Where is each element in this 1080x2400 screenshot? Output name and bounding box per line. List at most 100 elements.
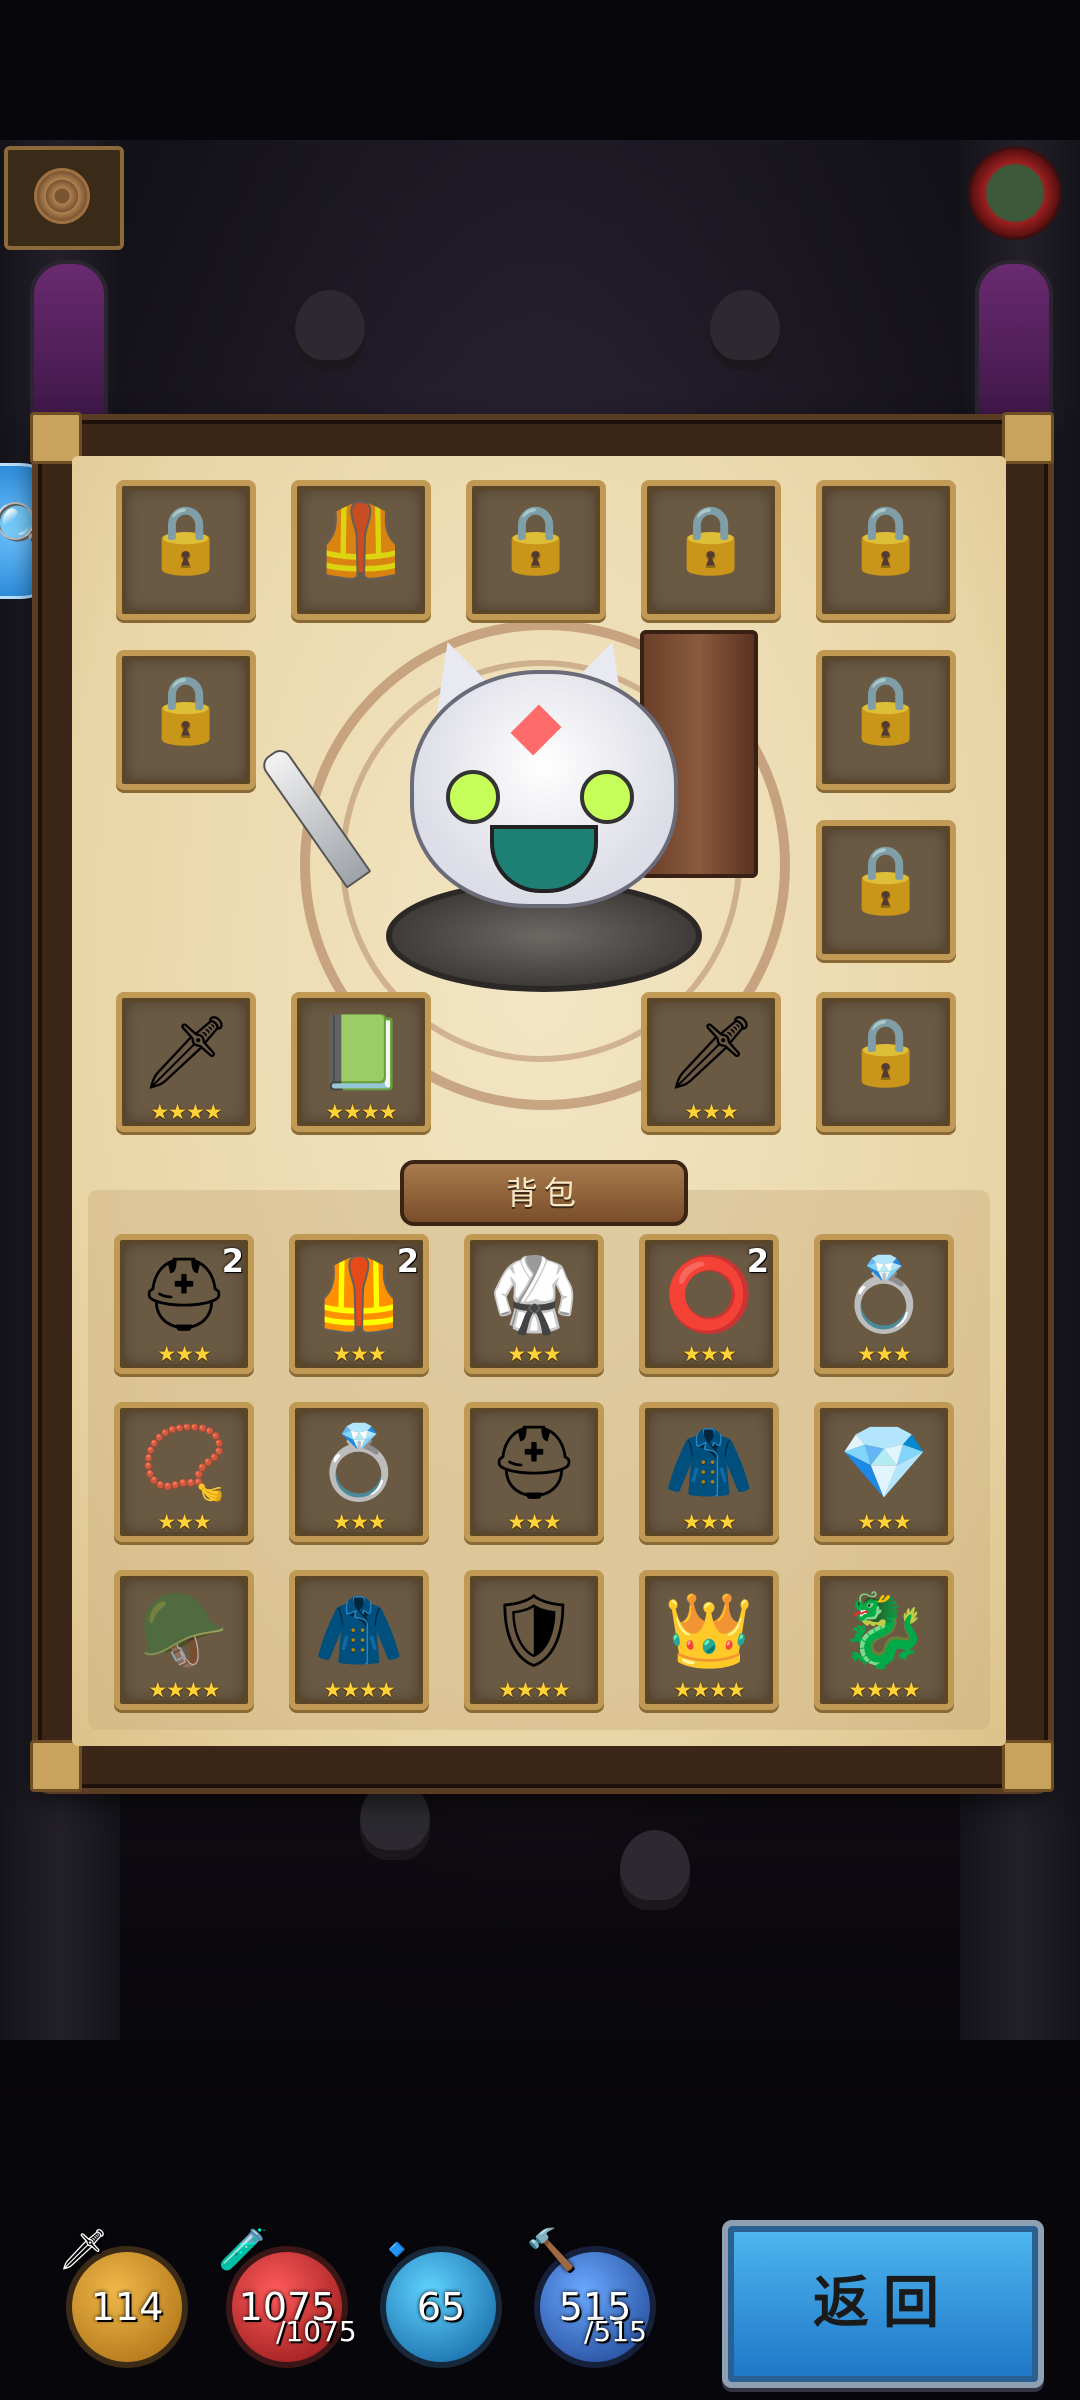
blue-cloak-icon: 🧥: [314, 1588, 404, 1672]
backpack-item[interactable]: 🧥 ★★★★: [289, 1570, 429, 1710]
gold-ring-icon: 💍: [839, 1252, 929, 1336]
item-count: 2: [221, 1242, 244, 1280]
star-rating: ★★★★: [848, 1678, 920, 1702]
armor-outline-icon: 🦺: [316, 498, 406, 582]
attack-stat: 🗡 114: [58, 2227, 188, 2368]
necklace-icon: 📿: [139, 1420, 229, 1504]
star-rating: ★★★★: [498, 1678, 570, 1702]
skull-decoration: [620, 1830, 690, 1910]
staff-icon: 🔹: [372, 2227, 422, 2273]
lock-icon: 🔒: [669, 501, 753, 578]
hero-eye: [580, 770, 634, 824]
backpack-item[interactable]: ⛑ ★★★: [464, 1402, 604, 1542]
equip-slot-locked[interactable]: 🔒: [816, 820, 956, 960]
purple-cape-icon: 🧥: [664, 1420, 754, 1504]
lock-icon: 🔒: [144, 671, 228, 748]
equip-slot-weapon[interactable]: 🗡 ★★★: [641, 992, 781, 1132]
lock-icon: 🔒: [144, 501, 228, 578]
backpack-item[interactable]: 📿 ★★★: [114, 1402, 254, 1542]
equip-slot-locked[interactable]: 🔒: [116, 480, 256, 620]
star-rating: ★★★★: [673, 1678, 745, 1702]
equip-slot-locked[interactable]: 🔒: [466, 480, 606, 620]
star-rating: ★★★: [332, 1510, 386, 1534]
star-rating: ★★★: [157, 1510, 211, 1534]
hp-max: /1075: [276, 2315, 357, 2348]
ruby-ring-icon: 💍: [314, 1420, 404, 1504]
hammer-icon: 🔨: [526, 2227, 576, 2273]
spellbook-icon: 📗: [316, 1010, 406, 1094]
skull-decoration: [360, 1780, 430, 1860]
backpack-item[interactable]: 👑 ★★★★: [639, 1570, 779, 1710]
backpack-item[interactable]: 🛡 ★★★★: [464, 1570, 604, 1710]
backpack-item[interactable]: ⛑ ★★★ 2: [114, 1234, 254, 1374]
star-rating: ★★★: [857, 1510, 911, 1534]
skull-decoration: [295, 290, 365, 370]
mana-stat: 🔹 65: [372, 2227, 502, 2368]
backpack-item[interactable]: 🦺 ★★★ 2: [289, 1234, 429, 1374]
backpack-item[interactable]: 🥋 ★★★: [464, 1234, 604, 1374]
equip-slot-locked[interactable]: 🔒: [116, 650, 256, 790]
item-count: 2: [396, 1242, 419, 1280]
lock-icon: 🔒: [844, 841, 928, 918]
frame-corner: [30, 1740, 82, 1792]
backpack-item[interactable]: 🧥 ★★★: [639, 1402, 779, 1542]
star-rating: ★★★: [507, 1510, 561, 1534]
shield-stat: 🔨 515 /515: [526, 2227, 656, 2368]
star-rating: ★★★: [682, 1510, 736, 1534]
star-rating: ★★★★: [325, 1100, 397, 1124]
backpack-title: 背包: [400, 1160, 688, 1226]
lock-icon: 🔒: [844, 671, 928, 748]
potion-icon: 🧪: [218, 2227, 268, 2273]
hp-stat: 🧪 1075 /1075: [218, 2227, 357, 2368]
skull-decoration: [710, 290, 780, 370]
star-rating: ★★★: [507, 1342, 561, 1366]
winged-helmet-icon: 🪖: [139, 1588, 229, 1672]
stained-window-left: [30, 260, 108, 428]
star-rating: ★★★★: [150, 1100, 222, 1124]
target-button[interactable]: [4, 146, 124, 250]
equip-slot-locked[interactable]: 🔒: [641, 480, 781, 620]
star-rating: ★★★: [332, 1342, 386, 1366]
crimson-helmet-icon: ⛑: [488, 1420, 580, 1504]
shield-max: /515: [584, 2315, 647, 2348]
backpack-item[interactable]: 🪖 ★★★★: [114, 1570, 254, 1710]
lock-icon: 🔒: [844, 1013, 928, 1090]
lock-icon: 🔒: [844, 501, 928, 578]
gem-ring-icon: 💎: [839, 1420, 929, 1504]
hero-eye: [446, 770, 500, 824]
target-icon: [34, 168, 90, 224]
avatar-button[interactable]: [968, 146, 1062, 240]
bracer-icon: 🛡: [488, 1588, 580, 1672]
sword-icon: 🗡: [665, 1010, 757, 1094]
backpack-item[interactable]: ⭕ ★★★ 2: [639, 1234, 779, 1374]
equip-slot-weapon[interactable]: 🗡 ★★★★: [116, 992, 256, 1132]
equip-slot-armor[interactable]: 🦺: [291, 480, 431, 620]
star-rating: ★★★: [682, 1342, 736, 1366]
equip-slot-locked[interactable]: 🔒: [816, 992, 956, 1132]
backpack-item[interactable]: 🐉 ★★★★: [814, 1570, 954, 1710]
dark-armor-icon: 🥋: [489, 1252, 579, 1336]
gold-pauldron-icon: 👑: [664, 1588, 754, 1672]
backpack-item[interactable]: 💍 ★★★: [814, 1234, 954, 1374]
lock-icon: 🔒: [494, 501, 578, 578]
stained-window-right: [975, 260, 1053, 428]
backpack-item[interactable]: 💎 ★★★: [814, 1402, 954, 1542]
mana-value: 65: [416, 2285, 466, 2329]
frame-corner: [1002, 412, 1054, 464]
equip-slot-locked[interactable]: 🔒: [816, 480, 956, 620]
star-rating: ★★★: [857, 1342, 911, 1366]
star-rating: ★★★: [684, 1100, 738, 1124]
equip-slot-locked[interactable]: 🔒: [816, 650, 956, 790]
serpent-ring-icon: 🐉: [839, 1588, 929, 1672]
sword-icon: 🗡: [58, 2227, 109, 2273]
star-rating: ★★★: [157, 1342, 211, 1366]
star-rating: ★★★★: [148, 1678, 220, 1702]
frame-corner: [1002, 1740, 1054, 1792]
sword-icon: 🗡: [140, 1010, 232, 1094]
star-rating: ★★★★: [323, 1678, 395, 1702]
item-count: 2: [746, 1242, 769, 1280]
equip-slot-book[interactable]: 📗 ★★★★: [291, 992, 431, 1132]
back-button[interactable]: 返回: [722, 2220, 1044, 2388]
backpack-item[interactable]: 💍 ★★★: [289, 1402, 429, 1542]
attack-value: 114: [90, 2285, 164, 2329]
